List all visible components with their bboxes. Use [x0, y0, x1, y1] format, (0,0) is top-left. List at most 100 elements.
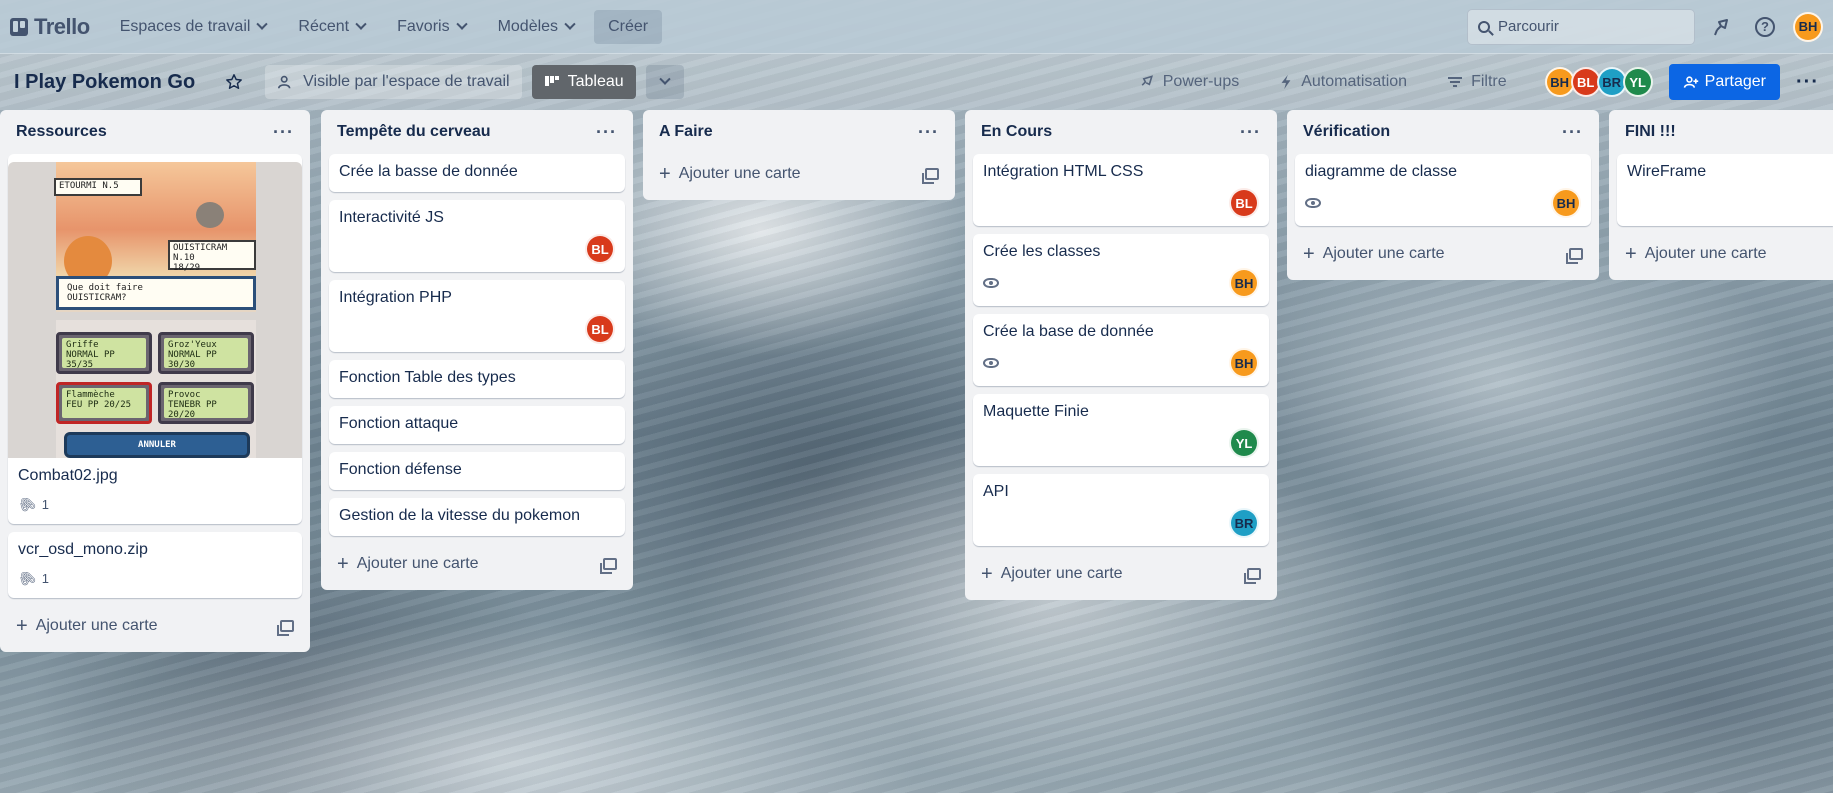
add-card-button[interactable]: + Ajouter une carte — [651, 154, 947, 194]
prompt-line: Que doit faire — [67, 283, 143, 293]
card-template-icon[interactable] — [277, 620, 294, 636]
card-member-avatar[interactable]: BL — [585, 314, 615, 344]
menu-workspaces[interactable]: Espaces de travail — [108, 10, 279, 44]
menu-label: Récent — [298, 17, 350, 35]
move-type: TENEBR — [168, 400, 201, 410]
card-title: diagramme de classe — [1305, 163, 1458, 180]
list-menu-button[interactable]: ··· — [1562, 122, 1583, 143]
chevron-down-icon — [658, 73, 671, 85]
move-name: Griffe — [66, 340, 99, 350]
list-ressources: Ressources ··· ETOURMI N.5 OUISTICRAM N.… — [0, 110, 310, 652]
member-avatar[interactable]: YL — [1622, 67, 1653, 97]
list-title[interactable]: Ressources — [16, 123, 107, 141]
card-member-avatar[interactable]: BR — [1229, 508, 1259, 538]
search-input[interactable]: Parcourir — [1467, 8, 1695, 45]
move-name: Groz'Yeux — [168, 340, 217, 350]
card-vcr-osd-mono[interactable]: vcr_osd_mono.zip 🖇 1 — [8, 532, 302, 598]
card-item[interactable]: WireFrame — [1617, 154, 1833, 226]
board-menu-button[interactable]: ··· — [1796, 71, 1819, 94]
notifications-icon[interactable] — [1709, 13, 1737, 41]
card-item[interactable]: Gestion de la vitesse du pokemon — [329, 498, 625, 536]
add-card-button[interactable]: + Ajouter une carte — [1295, 234, 1591, 274]
card-item[interactable]: Maquette Finie YL — [973, 394, 1269, 466]
search-placeholder: Parcourir — [1498, 18, 1559, 35]
lightning-icon — [1281, 74, 1291, 90]
card-item[interactable]: Intégration HTML CSS BL — [973, 154, 1269, 226]
card-member-avatar[interactable]: BH — [1229, 348, 1259, 378]
card-template-icon[interactable] — [1244, 568, 1261, 584]
card-member-avatar[interactable]: BL — [1229, 188, 1259, 218]
card-item[interactable]: Crée la basse de donnée — [329, 154, 625, 192]
menu-templates[interactable]: Modèles — [486, 10, 586, 44]
create-button[interactable]: Créer — [594, 9, 663, 44]
star-board-button[interactable] — [213, 65, 255, 99]
list-a-faire: A Faire ··· + Ajouter une carte — [643, 110, 955, 200]
plus-icon: + — [1303, 242, 1315, 265]
moves-screen: Griffe NORMAL PP 35/35 Groz'Yeux NORMAL PP… — [56, 320, 256, 458]
filter-icon — [1448, 77, 1463, 87]
move-type: NORMAL — [66, 350, 99, 360]
people-icon — [278, 75, 291, 89]
add-card-button[interactable]: + Ajouter une carte — [973, 554, 1269, 594]
card-template-icon[interactable] — [1566, 248, 1583, 264]
user-avatar[interactable]: BH — [1793, 11, 1823, 42]
filter-label: Filtre — [1471, 73, 1507, 90]
menu-label: Favoris — [397, 17, 450, 35]
move-button: Provoc TENEBR PP 20/20 — [158, 382, 254, 424]
card-item[interactable]: Crée la base de donnée BH — [973, 314, 1269, 386]
view-board-button[interactable]: Tableau — [531, 65, 636, 99]
card-item[interactable]: Interactivité JS BL — [329, 200, 625, 272]
menu-recent[interactable]: Récent — [286, 10, 377, 44]
card-title: API — [983, 483, 1009, 500]
card-member-avatar[interactable]: BL — [585, 234, 615, 264]
menu-starred[interactable]: Favoris — [385, 10, 477, 44]
plus-icon: + — [337, 552, 349, 575]
list-menu-button[interactable]: ··· — [918, 122, 939, 143]
trello-logo[interactable]: Trello — [10, 14, 90, 40]
visibility-button[interactable]: Visible par l'espace de travail — [265, 65, 522, 99]
menu-label: Espaces de travail — [119, 17, 251, 35]
help-icon[interactable]: ? — [1751, 13, 1779, 41]
move-button: Flammèche FEU PP 20/25 — [56, 382, 152, 424]
add-card-button[interactable]: + Ajouter une carte — [329, 544, 625, 584]
list-title[interactable]: Vérification — [1303, 123, 1390, 141]
card-item[interactable]: Fonction attaque — [329, 406, 625, 444]
powerups-button[interactable]: Power-ups — [1127, 65, 1251, 99]
list-menu-button[interactable]: ··· — [596, 122, 617, 143]
view-switcher-button[interactable] — [645, 65, 684, 99]
card-item[interactable]: Crée les classes BH — [973, 234, 1269, 306]
add-card-button[interactable]: + Ajouter une carte — [1617, 234, 1825, 274]
card-item[interactable]: Intégration PHP BL — [329, 280, 625, 352]
list-title[interactable]: En Cours — [981, 123, 1052, 141]
card-item[interactable]: Fonction défense — [329, 452, 625, 490]
list-tempete-du-cerveau: Tempête du cerveau ··· Crée la basse de … — [321, 110, 633, 590]
move-type: FEU — [66, 400, 83, 410]
card-combat02[interactable]: ETOURMI N.5 OUISTICRAM N.10 18/29 Que doi… — [8, 154, 302, 524]
list-menu-button[interactable]: ··· — [273, 122, 294, 143]
card-member-avatar[interactable]: BH — [1229, 268, 1259, 298]
list-title[interactable]: A Faire — [659, 123, 713, 141]
move-button: Griffe NORMAL PP 35/35 — [56, 332, 152, 374]
attachment-badge: 🖇 1 — [15, 566, 49, 589]
cancel-move-button: ANNULER — [64, 432, 250, 458]
add-card-button[interactable]: + Ajouter une carte — [8, 606, 302, 646]
card-template-icon[interactable] — [600, 558, 617, 574]
card-member-avatar[interactable]: YL — [1229, 428, 1259, 458]
board-title[interactable]: I Play Pokemon Go — [14, 71, 195, 94]
filter-button[interactable]: Filtre — [1435, 65, 1519, 99]
card-item[interactable]: Fonction Table des types — [329, 360, 625, 398]
card-item[interactable]: diagramme de classe BH — [1295, 154, 1591, 226]
automation-button[interactable]: Automatisation — [1267, 65, 1419, 99]
card-item[interactable]: API BR — [973, 474, 1269, 546]
share-button[interactable]: Partager — [1668, 64, 1781, 100]
player-hp-box: OUISTICRAM N.10 18/29 — [168, 240, 256, 273]
list-menu-button[interactable]: ··· — [1240, 122, 1261, 143]
card-title: Fonction Table des types — [339, 369, 516, 386]
chevron-down-icon — [355, 18, 367, 30]
card-template-icon[interactable] — [922, 168, 939, 184]
card-member-avatar[interactable]: BH — [1551, 188, 1581, 218]
list-title[interactable]: FINI !!! — [1625, 123, 1676, 141]
plus-icon: + — [981, 562, 993, 585]
list-title[interactable]: Tempête du cerveau — [337, 123, 491, 141]
add-card-label: Ajouter une carte — [356, 555, 479, 572]
